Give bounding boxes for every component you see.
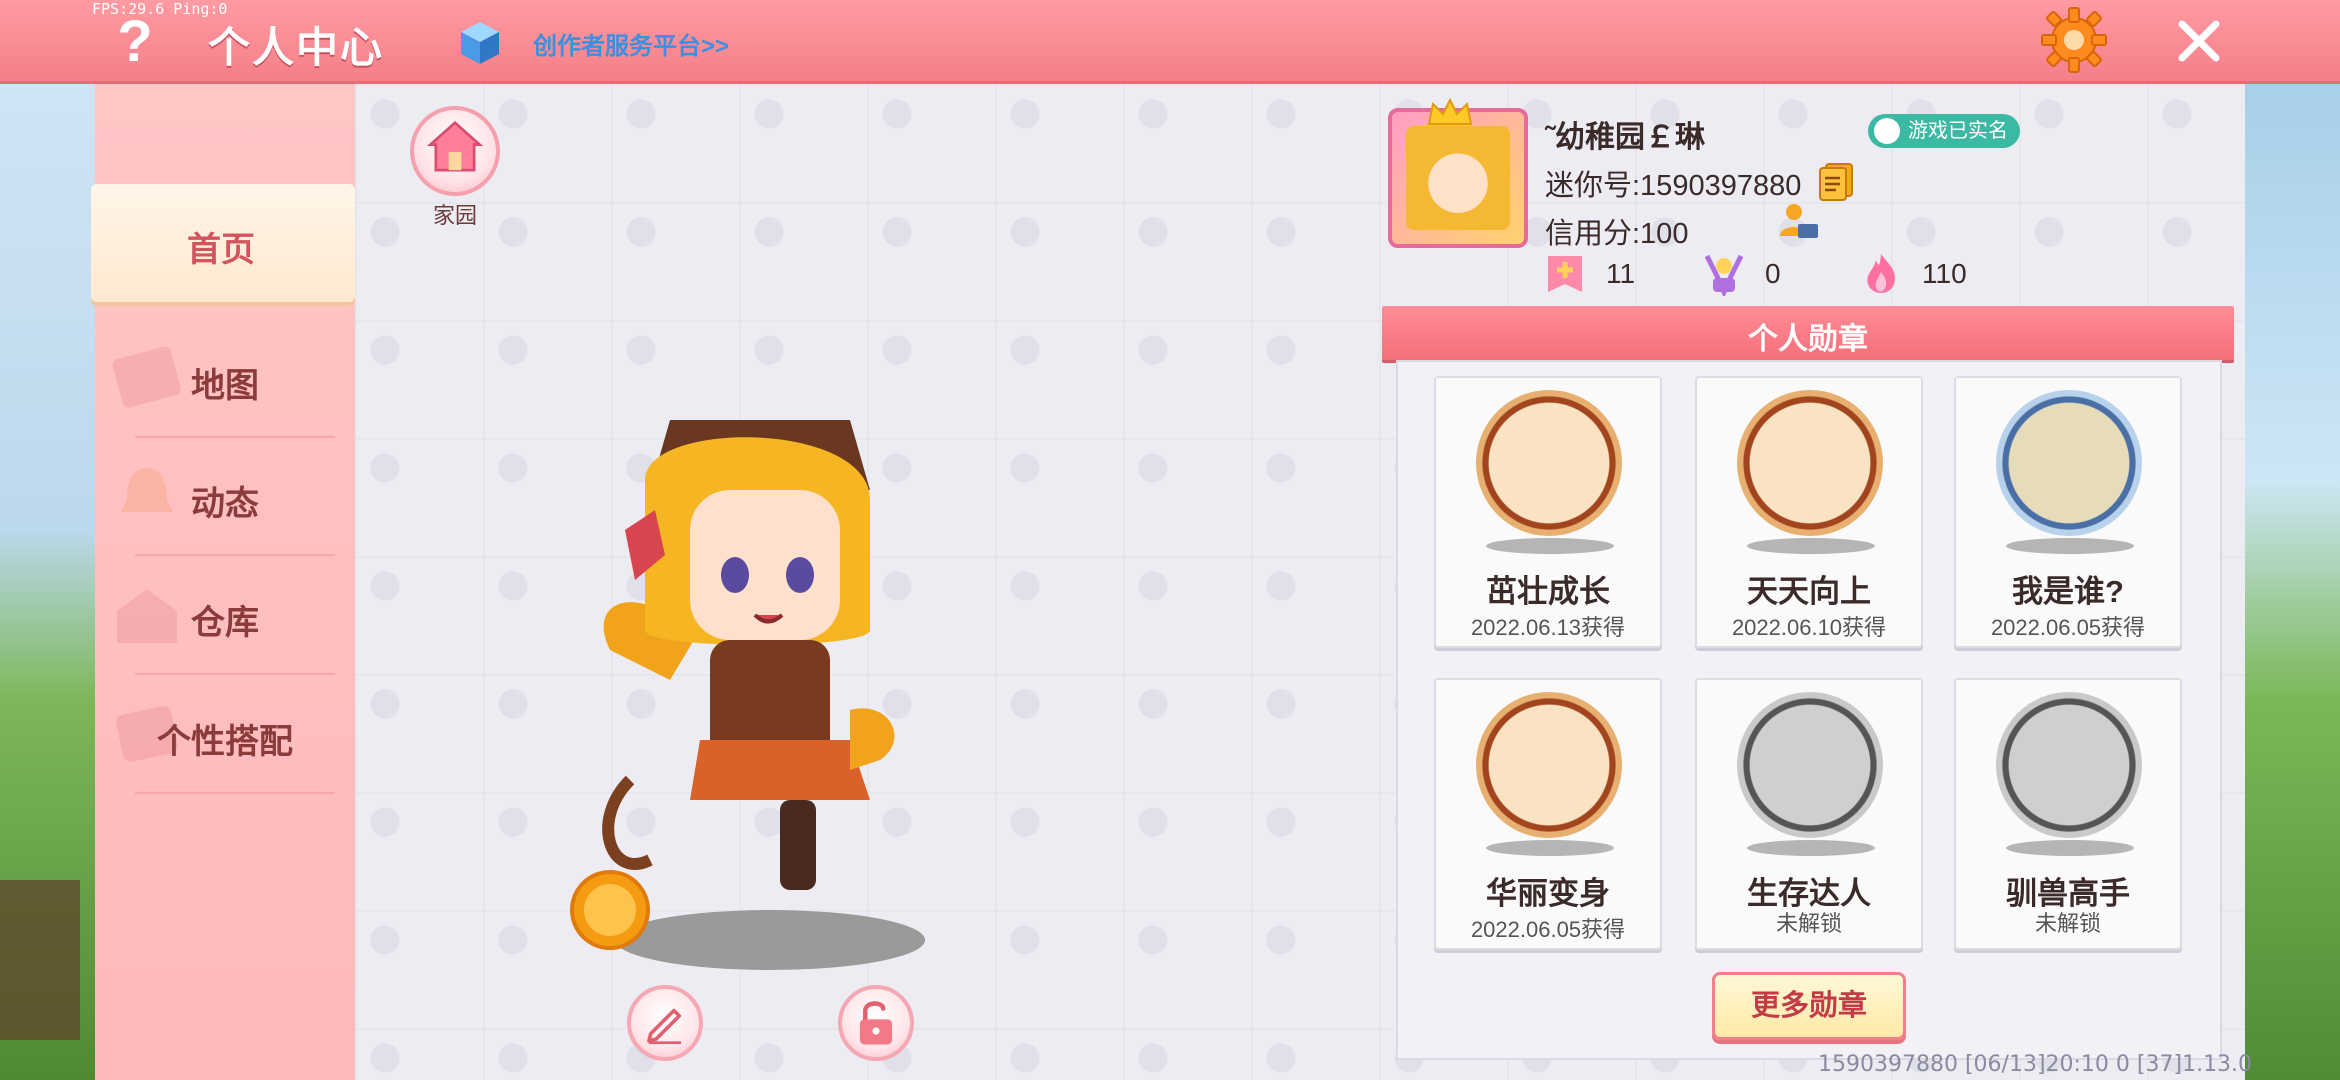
medal-status: 未解锁 (2034, 911, 2101, 936)
divider (135, 792, 335, 794)
medal-card[interactable]: 华丽变身 2022.06.05获得 (1434, 678, 1662, 950)
popularity-count: 110 (1922, 258, 1967, 289)
medals-header-title: 个人勋章 (1748, 323, 1868, 356)
divider (135, 554, 335, 556)
pencil-icon (647, 1008, 682, 1045)
medal-name: 茁壮成长 (1486, 574, 1610, 609)
sidebar: 首页 地图 动态 仓库 个性搭配 (91, 84, 355, 1080)
home-button[interactable] (410, 106, 500, 196)
footer-info: 1590397880 [06/13]20:10 0 [37]1.13.0 (1818, 1052, 2253, 1077)
crown-icon (1427, 98, 1473, 125)
realname-badge-label: 游戏已实名 (1908, 120, 2008, 142)
medal-shadow (1486, 538, 1614, 554)
medal-envelope-icon (1996, 390, 2142, 536)
house-icon (426, 120, 484, 172)
sidebar-item-label: 首页 (187, 231, 255, 269)
medal-card[interactable]: 生存达人 未解锁 (1695, 678, 1923, 950)
medal-name: 天天向上 (1747, 574, 1871, 609)
medal-status: 未解锁 (1775, 911, 1842, 936)
sidebar-item-label: 个性搭配 (157, 723, 293, 761)
page-title: 个人中心 (208, 24, 385, 71)
likes-count: 11 (1606, 258, 1636, 289)
top-bar: FPS:29.6 Ping:0 ? 个人中心 创作者服务平台>> (0, 0, 2340, 84)
background-block (0, 880, 80, 1040)
medal-card[interactable]: 驯兽高手 未解锁 (1954, 678, 2182, 950)
divider (135, 673, 335, 675)
sidebar-item-map[interactable]: 地图 (95, 320, 355, 438)
profile-avatar[interactable] (1388, 108, 1528, 248)
sidebar-item-feed[interactable]: 动态 (95, 438, 355, 556)
background-left (0, 80, 95, 1080)
close-icon[interactable] (2174, 16, 2224, 66)
medal-date: 2022.06.13获得 (1470, 615, 1626, 640)
medal-name: 我是谁? (2012, 574, 2124, 609)
fans-count: 0 (1765, 258, 1781, 289)
home-label: 家园 (432, 203, 477, 228)
medals-header: 个人勋章 (1382, 306, 2234, 360)
creator-platform-link[interactable]: 创作者服务平台>> (533, 26, 729, 61)
medal-shadow (1486, 840, 1614, 856)
sidebar-item-storage[interactable]: 仓库 (95, 557, 355, 675)
username: ˜幼稚园￡琳 (1545, 121, 1705, 154)
medal-dinosaur-icon (1476, 692, 1622, 838)
avatar-face (1406, 126, 1510, 230)
sidebar-item-home[interactable]: 首页 (91, 184, 355, 302)
credit-score: 信用分:100 (1545, 218, 1689, 250)
background-right (2245, 80, 2340, 1080)
sidebar-item-label: 仓库 (191, 604, 259, 642)
person-card-icon[interactable] (1778, 200, 1820, 242)
avatar-character[interactable] (550, 380, 950, 980)
cube-icon[interactable] (455, 18, 505, 68)
help-icon[interactable]: ? (110, 12, 160, 72)
medal-shadow (2006, 840, 2134, 856)
more-medals-button[interactable]: 更多勋章 (1712, 972, 1906, 1040)
copy-icon[interactable] (1818, 162, 1854, 202)
verified-user-icon (1874, 118, 1900, 144)
edit-button[interactable] (627, 985, 703, 1061)
sidebar-item-label: 地图 (191, 367, 259, 405)
medal-shadow (2006, 538, 2134, 554)
medal-date: 2022.06.10获得 (1731, 615, 1887, 640)
medal-calendar-icon (1737, 390, 1883, 536)
medal-shadow (1747, 840, 1875, 856)
medal-date: 2022.06.05获得 (1470, 917, 1626, 942)
medal-card[interactable]: 茁壮成长 2022.06.13获得 (1434, 376, 1662, 648)
flame-icon (1867, 254, 1895, 293)
medal-sprout-icon (1476, 390, 1622, 536)
gear-icon[interactable] (2040, 6, 2108, 74)
medal-name: 华丽变身 (1486, 876, 1610, 911)
realname-badge: 游戏已实名 (1868, 114, 2020, 148)
medal-card[interactable]: 我是谁? 2022.06.05获得 (1954, 376, 2182, 648)
medal-date: 2022.06.05获得 (1990, 615, 2146, 640)
medal-shadow (1747, 538, 1875, 554)
medal-campfire-icon (1737, 692, 1883, 838)
thumbs-plus-icon (1548, 256, 1582, 292)
lock-icon (859, 1001, 893, 1045)
sidebar-item-outfit[interactable]: 个性搭配 (95, 676, 355, 794)
medal-horse-icon (1996, 692, 2142, 838)
sidebar-item-label: 动态 (191, 485, 259, 523)
fans-icon (1704, 254, 1744, 296)
unlock-button[interactable] (838, 985, 914, 1061)
medal-card[interactable]: 天天向上 2022.06.10获得 (1695, 376, 1923, 648)
mini-id: 迷你号:1590397880 (1545, 170, 1802, 202)
